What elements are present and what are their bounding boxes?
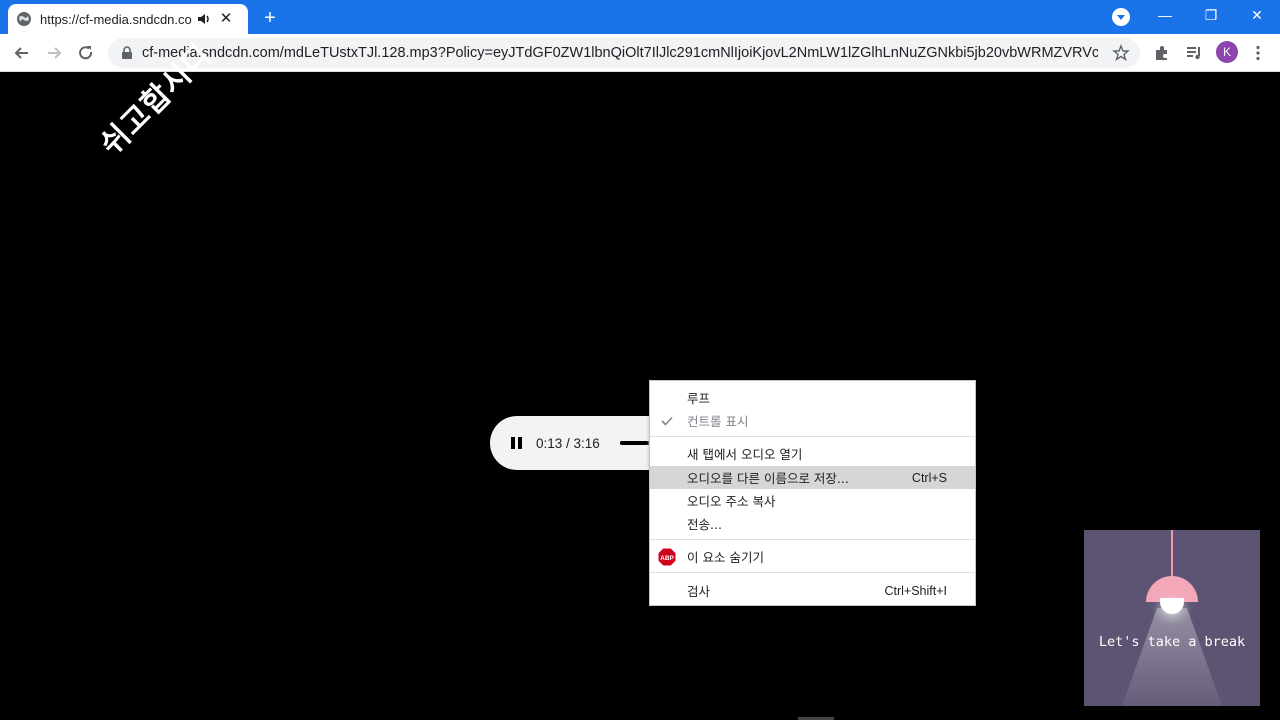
- puzzle-icon[interactable]: [1152, 43, 1172, 63]
- menu-separator: [650, 539, 975, 540]
- checkmark-icon: [661, 416, 673, 426]
- tab-close-icon[interactable]: ✕: [218, 11, 234, 27]
- menu-item-label: 이 요소 숨기기: [687, 550, 764, 565]
- profile-avatar[interactable]: K: [1216, 41, 1238, 63]
- menu-item-show-controls[interactable]: 컨트롤 표시: [650, 409, 975, 432]
- menu-item-shortcut: Ctrl+S: [911, 470, 947, 485]
- pause-bar-icon: [517, 437, 522, 449]
- url-text[interactable]: cf-media.sndcdn.com/mdLeTUstxTJl.128.mp3…: [142, 45, 1098, 61]
- tab-title: https://cf-media.sndcdn.com/mdLeTUstxTJl…: [40, 11, 192, 27]
- media-queue-icon[interactable]: [1184, 43, 1204, 63]
- tab-search-icon[interactable]: [1112, 8, 1130, 26]
- reload-icon: [79, 46, 93, 60]
- menu-item-label: 루프: [687, 391, 711, 406]
- menu-item-label: 새 탭에서 오디오 열기: [687, 447, 803, 462]
- new-tab-button[interactable]: +: [258, 6, 282, 30]
- menu-item-cast[interactable]: 전송...: [650, 512, 975, 535]
- menu-item-loop[interactable]: 루프: [650, 386, 975, 409]
- reload-button[interactable]: [72, 39, 100, 67]
- pause-bar-icon: [510, 437, 515, 449]
- menu-item-shortcut: Ctrl+Shift+I: [884, 583, 947, 598]
- window-close-button[interactable]: ✕: [1234, 0, 1280, 30]
- break-card: Let's take a break: [1084, 530, 1260, 706]
- pause-button[interactable]: [508, 435, 524, 451]
- star-icon[interactable]: [1112, 44, 1130, 62]
- address-bar[interactable]: cf-media.sndcdn.com/mdLeTUstxTJl.128.mp3…: [108, 38, 1140, 68]
- lamp-cord: [1171, 530, 1173, 580]
- speaker-icon[interactable]: [196, 11, 212, 27]
- tab-strip: https://cf-media.sndcdn.com/mdLeTUstxTJl…: [0, 0, 1280, 34]
- adblock-plus-icon: ABP: [658, 548, 676, 565]
- seek-bar-fill: [620, 441, 648, 445]
- menu-item-copy-audio-address[interactable]: 오디오 주소 복사: [650, 489, 975, 512]
- kebab-menu-icon[interactable]: [1248, 43, 1268, 63]
- arrow-right-icon: [48, 47, 62, 59]
- menu-item-hide-element[interactable]: ABP 이 요소 숨기기: [650, 545, 975, 568]
- globe-icon: [17, 12, 31, 26]
- menu-item-label: 전송...: [687, 517, 722, 532]
- menu-separator: [650, 572, 975, 573]
- svg-text:ABP: ABP: [660, 555, 674, 562]
- menu-item-open-audio-new-tab[interactable]: 새 탭에서 오디오 열기: [650, 442, 975, 465]
- menu-item-inspect[interactable]: 검사 Ctrl+Shift+I: [650, 579, 975, 602]
- forward-button[interactable]: [40, 39, 68, 67]
- restore-button[interactable]: ❐: [1188, 0, 1234, 30]
- menu-item-label: 오디오를 다른 이름으로 저장...: [687, 471, 849, 486]
- menu-item-label: 오디오 주소 복사: [687, 494, 776, 509]
- minimize-button[interactable]: —: [1142, 0, 1188, 30]
- menu-item-label: 컨트롤 표시: [687, 414, 749, 429]
- back-button[interactable]: [8, 39, 36, 67]
- menu-item-save-audio-as[interactable]: 오디오를 다른 이름으로 저장... Ctrl+S: [650, 466, 975, 489]
- context-menu: 루프 컨트롤 표시 새 탭에서 오디오 열기 오디오를 다른 이름으로 저장..…: [649, 380, 976, 606]
- browser-tab[interactable]: https://cf-media.sndcdn.com/mdLeTUstxTJl…: [8, 4, 248, 34]
- light-beam: [1122, 608, 1222, 706]
- menu-item-label: 검사: [687, 584, 711, 599]
- lock-icon[interactable]: [120, 46, 134, 60]
- time-display: 0:13 / 3:16: [536, 435, 600, 451]
- menu-separator: [650, 436, 975, 437]
- break-caption: Let's take a break: [1098, 634, 1246, 650]
- arrow-left-icon: [14, 47, 28, 59]
